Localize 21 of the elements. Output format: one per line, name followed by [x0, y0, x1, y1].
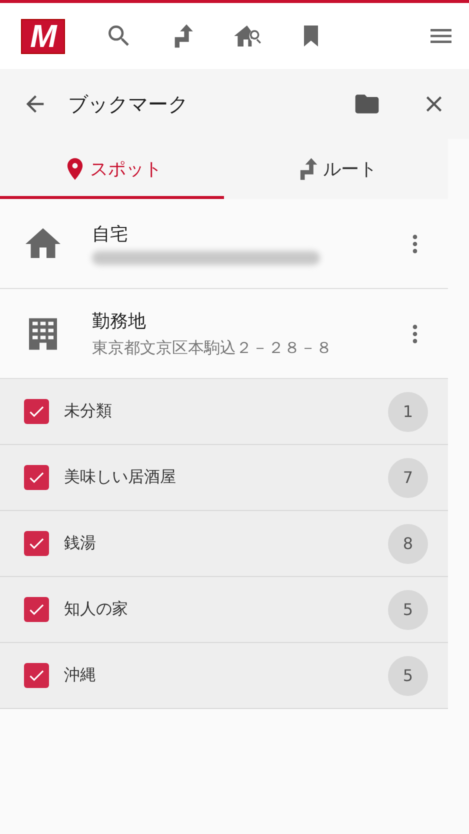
app-logo[interactable]: M: [21, 18, 65, 54]
count-badge: 8: [388, 524, 428, 564]
count-badge: 5: [388, 590, 428, 630]
count-badge: 7: [388, 458, 428, 498]
spot-address: 東京都文京区本駒込２－２８－８: [92, 338, 333, 358]
folder-name: 美味しい居酒屋: [64, 467, 177, 488]
folder-name: 沖縄: [64, 665, 97, 686]
spot-name: 自宅: [92, 223, 129, 246]
checkbox[interactable]: [24, 663, 49, 688]
checkbox[interactable]: [24, 465, 49, 490]
checkbox[interactable]: [24, 399, 49, 424]
folder-name: 知人の家: [64, 599, 129, 620]
page-title: ブックマーク: [68, 90, 189, 118]
spot-name: 勤務地: [92, 310, 147, 332]
tab[interactable]: ルート: [224, 139, 448, 199]
checkbox[interactable]: [24, 597, 49, 622]
count-badge: 5: [388, 656, 428, 696]
count-badge: 1: [388, 392, 428, 432]
folder-name: 未分類: [64, 401, 113, 422]
folder-name: 銭湯: [64, 533, 97, 554]
checkbox[interactable]: [24, 531, 49, 556]
